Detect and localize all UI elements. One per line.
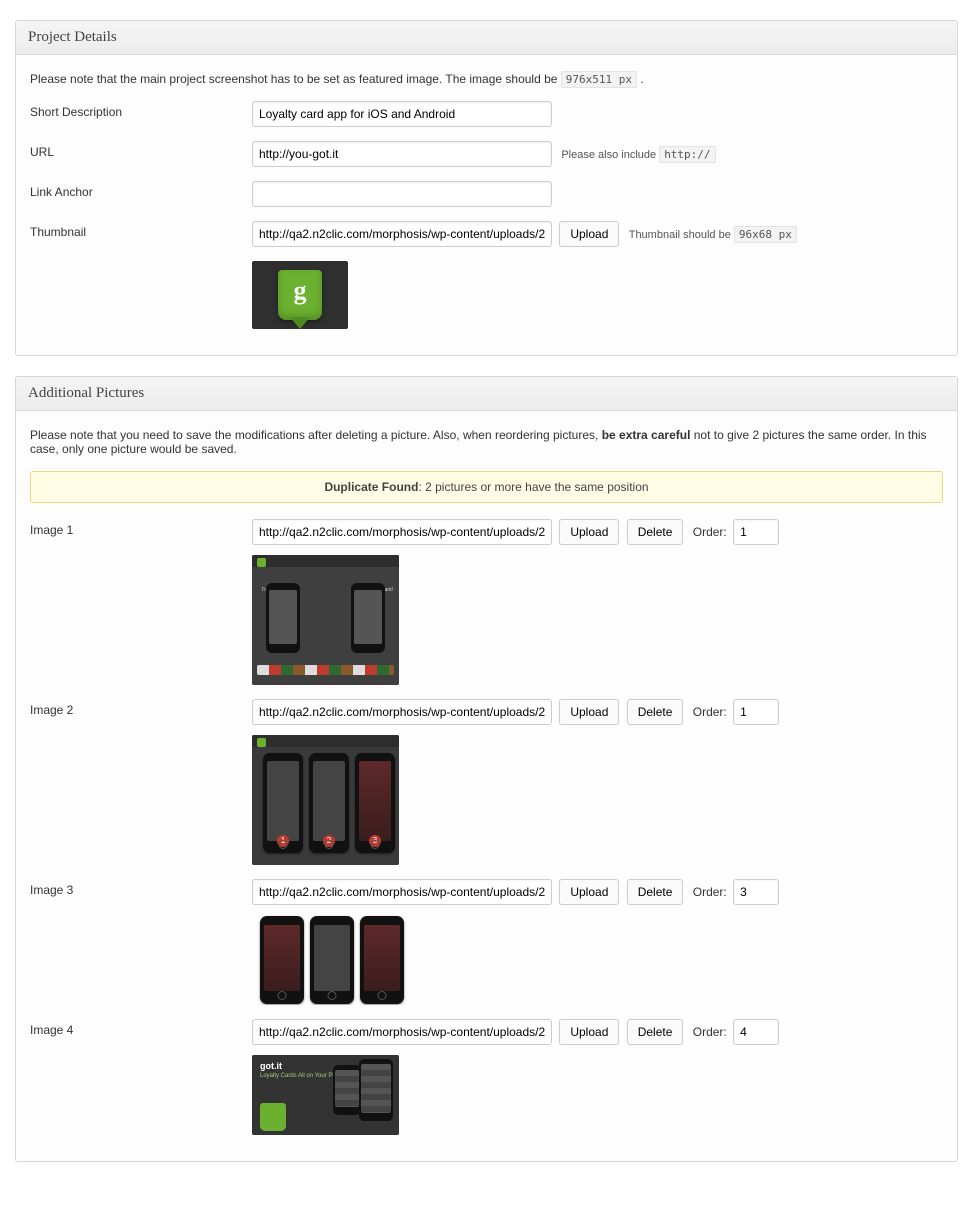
image-1-upload-button[interactable]: Upload — [559, 519, 619, 545]
image-2-delete-button[interactable]: Delete — [627, 699, 684, 725]
image-4-delete-button[interactable]: Delete — [627, 1019, 684, 1045]
thumbnail-label: Thumbnail — [30, 221, 252, 239]
image-1-order-wrap: Order: — [693, 519, 779, 545]
url-label: URL — [30, 141, 252, 159]
short-description-input[interactable] — [252, 101, 552, 127]
row-link-anchor: Link Anchor — [30, 181, 943, 207]
g-logo-icon: g — [278, 270, 322, 320]
order-label: Order: — [693, 525, 727, 539]
image-3-input[interactable] — [252, 879, 552, 905]
image-2-upload-button[interactable]: Upload — [559, 699, 619, 725]
additional-note: Please note that you need to save the mo… — [30, 428, 943, 456]
project-details-note: Please note that the main project screen… — [30, 72, 943, 86]
image-3-label: Image 3 — [30, 879, 252, 897]
image-3-preview — [252, 915, 412, 1005]
project-details-title: Project Details — [16, 21, 957, 55]
image-3-upload-button[interactable]: Upload — [559, 879, 619, 905]
thumbnail-input[interactable] — [252, 221, 552, 247]
image-3-order-wrap: Order: — [693, 879, 779, 905]
order-label: Order: — [693, 1025, 727, 1039]
warning-rest: : 2 pictures or more have the same posit… — [418, 480, 648, 494]
row-url: URL Please also include http:// — [30, 141, 943, 167]
image-1-label: Image 1 — [30, 519, 252, 537]
order-label: Order: — [693, 705, 727, 719]
image-1-input[interactable] — [252, 519, 552, 545]
warning-bold: Duplicate Found — [324, 480, 418, 494]
row-image-2: Image 2 Upload Delete Order: 1 2 3 — [30, 699, 943, 865]
thumbnail-hint: Thumbnail should be 96x68 px — [629, 228, 797, 241]
image-4-order-wrap: Order: — [693, 1019, 779, 1045]
image-2-label: Image 2 — [30, 699, 252, 717]
image-3-order-input[interactable] — [733, 879, 779, 905]
image-4-label: Image 4 — [30, 1019, 252, 1037]
image-3-delete-button[interactable]: Delete — [627, 879, 684, 905]
image-1-order-input[interactable] — [733, 519, 779, 545]
row-image-1: Image 1 Upload Delete Order: I'm a Custo… — [30, 519, 943, 685]
image-2-order-wrap: Order: — [693, 699, 779, 725]
project-details-body: Please note that the main project screen… — [16, 55, 957, 355]
url-input[interactable] — [252, 141, 552, 167]
image-4-order-input[interactable] — [733, 1019, 779, 1045]
project-details-panel: Project Details Please note that the mai… — [15, 20, 958, 356]
note-text: Please note that the main project screen… — [30, 72, 561, 86]
additional-pictures-title: Additional Pictures — [16, 377, 957, 411]
note-code: 976x511 px — [561, 71, 637, 88]
row-image-4: Image 4 Upload Delete Order: got.it Loya… — [30, 1019, 943, 1135]
image-2-input[interactable] — [252, 699, 552, 725]
image-2-preview: 1 2 3 — [252, 735, 399, 865]
image-1-delete-button[interactable]: Delete — [627, 519, 684, 545]
row-thumbnail: Thumbnail Upload Thumbnail should be 96x… — [30, 221, 943, 329]
note-text-post: . — [640, 72, 643, 86]
order-label: Order: — [693, 885, 727, 899]
short-description-label: Short Description — [30, 101, 252, 119]
link-anchor-label: Link Anchor — [30, 181, 252, 199]
thumbnail-upload-button[interactable]: Upload — [559, 221, 619, 247]
thumbnail-preview: g — [252, 261, 348, 329]
image-2-order-input[interactable] — [733, 699, 779, 725]
image-4-preview: got.it Loyalty Cards All on Your Phone! — [252, 1055, 399, 1135]
row-short-description: Short Description — [30, 101, 943, 127]
additional-pictures-body: Please note that you need to save the mo… — [16, 411, 957, 1161]
row-image-3: Image 3 Upload Delete Order: — [30, 879, 943, 1005]
additional-pictures-panel: Additional Pictures Please note that you… — [15, 376, 958, 1162]
duplicate-warning: Duplicate Found: 2 pictures or more have… — [30, 471, 943, 503]
link-anchor-input[interactable] — [252, 181, 552, 207]
url-hint: Please also include http:// — [561, 148, 715, 161]
image-1-preview: I'm a Customer!I'm a Merchant! — [252, 555, 399, 685]
image-4-input[interactable] — [252, 1019, 552, 1045]
image-4-upload-button[interactable]: Upload — [559, 1019, 619, 1045]
